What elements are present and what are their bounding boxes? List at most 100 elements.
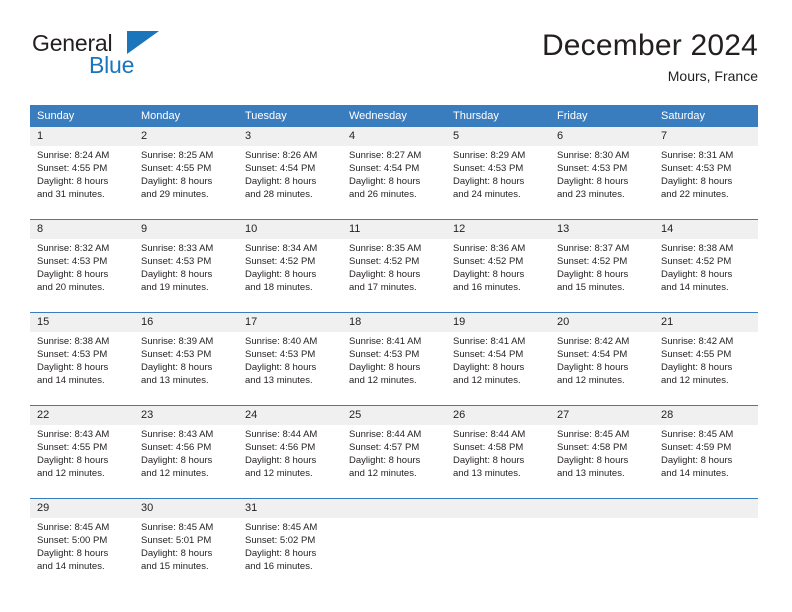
daylight-text-line2: and 12 minutes.: [661, 375, 729, 386]
daylight-text-line1: Daylight: 8 hours: [245, 548, 317, 559]
sunrise-text: Sunrise: 8:29 AM: [453, 150, 526, 161]
sunrise-text: Sunrise: 8:45 AM: [661, 429, 734, 440]
day-cell[interactable]: 29 Sunrise: 8:45 AM Sunset: 5:00 PM Dayl…: [30, 499, 134, 584]
general-blue-logo[interactable]: General Blue: [30, 28, 270, 90]
day-cell[interactable]: 4 Sunrise: 8:27 AM Sunset: 4:54 PM Dayli…: [342, 127, 446, 212]
day-cell[interactable]: 28 Sunrise: 8:45 AM Sunset: 4:59 PM Dayl…: [654, 406, 758, 491]
day-cell[interactable]: 16 Sunrise: 8:39 AM Sunset: 4:53 PM Dayl…: [134, 313, 238, 398]
day-cell[interactable]: 10 Sunrise: 8:34 AM Sunset: 4:52 PM Dayl…: [238, 220, 342, 305]
day-detail: Sunrise: 8:43 AM Sunset: 4:56 PM Dayligh…: [134, 425, 238, 480]
daylight-text-line1: Daylight: 8 hours: [245, 362, 317, 373]
day-cell[interactable]: 27 Sunrise: 8:45 AM Sunset: 4:58 PM Dayl…: [550, 406, 654, 491]
page-title: December 2024: [541, 29, 758, 62]
day-number: 9: [134, 220, 238, 239]
day-cell[interactable]: 3 Sunrise: 8:26 AM Sunset: 4:54 PM Dayli…: [238, 127, 342, 212]
sunset-text: Sunset: 4:53 PM: [141, 349, 212, 360]
sunset-text: Sunset: 4:53 PM: [453, 163, 524, 174]
daylight-text-line1: Daylight: 8 hours: [557, 269, 629, 280]
day-detail: Sunrise: 8:40 AM Sunset: 4:53 PM Dayligh…: [238, 332, 342, 387]
daylight-text-line2: and 14 minutes.: [661, 282, 729, 293]
sunrise-text: Sunrise: 8:26 AM: [245, 150, 318, 161]
daylight-text-line2: and 28 minutes.: [245, 189, 313, 200]
weekday-header-saturday: Saturday: [661, 110, 706, 122]
sunrise-text: Sunrise: 8:24 AM: [37, 150, 110, 161]
day-cell[interactable]: 23 Sunrise: 8:43 AM Sunset: 4:56 PM Dayl…: [134, 406, 238, 491]
daylight-text-line1: Daylight: 8 hours: [661, 269, 733, 280]
day-cell[interactable]: 9 Sunrise: 8:33 AM Sunset: 4:53 PM Dayli…: [134, 220, 238, 305]
day-detail: Sunrise: 8:35 AM Sunset: 4:52 PM Dayligh…: [342, 239, 446, 294]
sunrise-text: Sunrise: 8:38 AM: [661, 243, 734, 254]
sunrise-text: Sunrise: 8:44 AM: [245, 429, 318, 440]
day-number: 1: [30, 127, 134, 146]
day-cell[interactable]: 6 Sunrise: 8:30 AM Sunset: 4:53 PM Dayli…: [550, 127, 654, 212]
day-cell[interactable]: 5 Sunrise: 8:29 AM Sunset: 4:53 PM Dayli…: [446, 127, 550, 212]
daylight-text-line1: Daylight: 8 hours: [141, 362, 213, 373]
day-cell[interactable]: 20 Sunrise: 8:42 AM Sunset: 4:54 PM Dayl…: [550, 313, 654, 398]
day-cell[interactable]: 8 Sunrise: 8:32 AM Sunset: 4:53 PM Dayli…: [30, 220, 134, 305]
day-number: 22: [30, 406, 134, 425]
daylight-text-line1: Daylight: 8 hours: [37, 176, 109, 187]
daylight-text-line1: Daylight: 8 hours: [557, 362, 629, 373]
day-cell[interactable]: 11 Sunrise: 8:35 AM Sunset: 4:52 PM Dayl…: [342, 220, 446, 305]
day-cell[interactable]: 14 Sunrise: 8:38 AM Sunset: 4:52 PM Dayl…: [654, 220, 758, 305]
day-cell[interactable]: 7 Sunrise: 8:31 AM Sunset: 4:53 PM Dayli…: [654, 127, 758, 212]
daylight-text-line1: Daylight: 8 hours: [557, 455, 629, 466]
daylight-text-line2: and 31 minutes.: [37, 189, 105, 200]
daylight-text-line2: and 15 minutes.: [141, 561, 209, 572]
day-cell[interactable]: 12 Sunrise: 8:36 AM Sunset: 4:52 PM Dayl…: [446, 220, 550, 305]
sunset-text: Sunset: 4:52 PM: [349, 256, 420, 267]
day-detail: Sunrise: 8:24 AM Sunset: 4:55 PM Dayligh…: [30, 146, 134, 201]
sunrise-text: Sunrise: 8:45 AM: [37, 522, 110, 533]
day-cell[interactable]: 19 Sunrise: 8:41 AM Sunset: 4:54 PM Dayl…: [446, 313, 550, 398]
day-detail: Sunrise: 8:42 AM Sunset: 4:55 PM Dayligh…: [654, 332, 758, 387]
title-block: December 2024 Mours, France: [542, 28, 758, 85]
day-number: 6: [550, 127, 654, 146]
day-cell[interactable]: 18 Sunrise: 8:41 AM Sunset: 4:53 PM Dayl…: [342, 313, 446, 398]
location-subtitle: Mours, France: [667, 68, 758, 85]
day-detail: Sunrise: 8:26 AM Sunset: 4:54 PM Dayligh…: [238, 146, 342, 201]
day-cell[interactable]: 1 Sunrise: 8:24 AM Sunset: 4:55 PM Dayli…: [30, 127, 134, 212]
day-detail: Sunrise: 8:45 AM Sunset: 5:02 PM Dayligh…: [238, 518, 342, 573]
daylight-text-line2: and 29 minutes.: [141, 189, 209, 200]
daylight-text-line2: and 18 minutes.: [245, 282, 313, 293]
sunset-text: Sunset: 4:55 PM: [37, 442, 108, 453]
day-cell[interactable]: 26 Sunrise: 8:44 AM Sunset: 4:58 PM Dayl…: [446, 406, 550, 491]
day-cell[interactable]: 30 Sunrise: 8:45 AM Sunset: 5:01 PM Dayl…: [134, 499, 238, 584]
day-cell[interactable]: 13 Sunrise: 8:37 AM Sunset: 4:52 PM Dayl…: [550, 220, 654, 305]
weekday-header-row: Sunday Monday Tuesday Wednesday Thursday…: [30, 105, 758, 127]
week-row: 15 Sunrise: 8:38 AM Sunset: 4:53 PM Dayl…: [30, 312, 758, 398]
sunset-text: Sunset: 4:53 PM: [37, 256, 108, 267]
daylight-text-line1: Daylight: 8 hours: [37, 455, 109, 466]
day-cell[interactable]: 22 Sunrise: 8:43 AM Sunset: 4:55 PM Dayl…: [30, 406, 134, 491]
day-cell[interactable]: 17 Sunrise: 8:40 AM Sunset: 4:53 PM Dayl…: [238, 313, 342, 398]
sunset-text: Sunset: 4:55 PM: [661, 349, 732, 360]
day-detail: Sunrise: 8:32 AM Sunset: 4:53 PM Dayligh…: [30, 239, 134, 294]
sunrise-text: Sunrise: 8:44 AM: [453, 429, 526, 440]
sunrise-text: Sunrise: 8:45 AM: [245, 522, 318, 533]
day-detail: Sunrise: 8:41 AM Sunset: 4:53 PM Dayligh…: [342, 332, 446, 387]
daylight-text-line2: and 13 minutes.: [557, 468, 625, 479]
daylight-text-line2: and 22 minutes.: [661, 189, 729, 200]
daylight-text-line2: and 12 minutes.: [453, 375, 521, 386]
sunset-text: Sunset: 4:59 PM: [661, 442, 732, 453]
daylight-text-line2: and 19 minutes.: [141, 282, 209, 293]
day-cell[interactable]: 31 Sunrise: 8:45 AM Sunset: 5:02 PM Dayl…: [238, 499, 342, 584]
day-detail: Sunrise: 8:45 AM Sunset: 4:59 PM Dayligh…: [654, 425, 758, 480]
day-cell[interactable]: 24 Sunrise: 8:44 AM Sunset: 4:56 PM Dayl…: [238, 406, 342, 491]
day-cell[interactable]: 2 Sunrise: 8:25 AM Sunset: 4:55 PM Dayli…: [134, 127, 238, 212]
day-number: 16: [134, 313, 238, 332]
day-cell[interactable]: 15 Sunrise: 8:38 AM Sunset: 4:53 PM Dayl…: [30, 313, 134, 398]
sunset-text: Sunset: 4:58 PM: [557, 442, 628, 453]
daylight-text-line2: and 12 minutes.: [349, 468, 417, 479]
day-detail: Sunrise: 8:30 AM Sunset: 4:53 PM Dayligh…: [550, 146, 654, 201]
day-cell[interactable]: 21 Sunrise: 8:42 AM Sunset: 4:55 PM Dayl…: [654, 313, 758, 398]
day-number: 7: [654, 127, 758, 146]
daylight-text-line2: and 12 minutes.: [349, 375, 417, 386]
day-detail: [550, 518, 654, 521]
sunrise-text: Sunrise: 8:31 AM: [661, 150, 734, 161]
day-number: 26: [446, 406, 550, 425]
day-detail: Sunrise: 8:45 AM Sunset: 5:01 PM Dayligh…: [134, 518, 238, 573]
day-cell[interactable]: 25 Sunrise: 8:44 AM Sunset: 4:57 PM Dayl…: [342, 406, 446, 491]
daylight-text-line2: and 12 minutes.: [141, 468, 209, 479]
day-number: 31: [238, 499, 342, 518]
